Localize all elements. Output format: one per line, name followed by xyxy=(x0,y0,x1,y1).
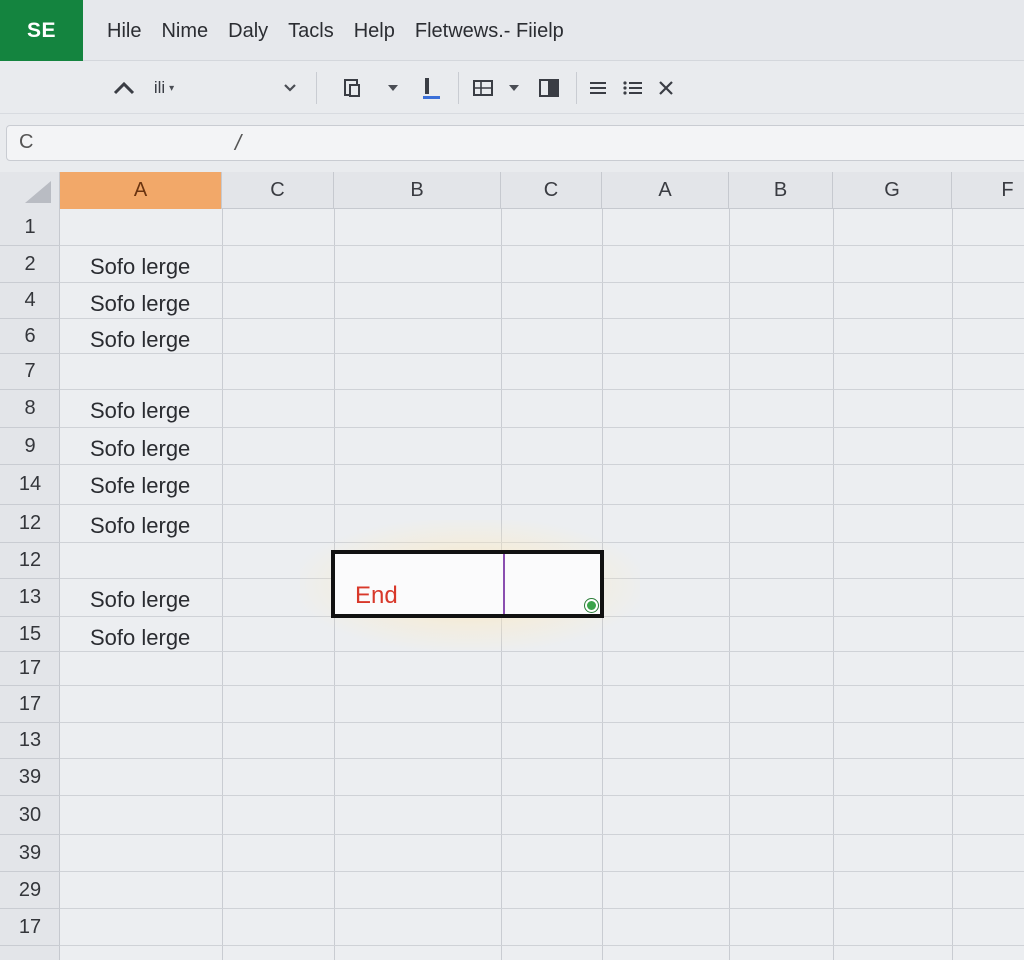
grid-line xyxy=(60,834,1024,835)
grid-line xyxy=(60,427,1024,428)
row-header[interactable]: 12 xyxy=(0,543,60,579)
row-header[interactable]: 8 xyxy=(0,390,60,428)
formula-bar[interactable]: C / xyxy=(6,125,1024,161)
app-badge-label: SE xyxy=(26,18,56,42)
grid-line xyxy=(60,389,1024,390)
row-header[interactable]: 9 xyxy=(0,428,60,465)
app-logo[interactable]: SE xyxy=(0,0,83,61)
row-header[interactable]: 4 xyxy=(0,283,60,319)
row-header[interactable]: 7 xyxy=(0,354,60,390)
row-header[interactable]: 13 xyxy=(0,579,60,617)
formula-input[interactable]: / xyxy=(235,130,241,156)
row-header[interactable]: 17 xyxy=(0,686,60,723)
close-icon[interactable] xyxy=(654,74,678,102)
row-header[interactable]: 13 xyxy=(0,723,60,759)
title-bar: SE ⌃ Hile Nime Daly Tacls Help Fletwews.… xyxy=(0,0,1024,61)
cell-value[interactable]: Sofo lerge xyxy=(90,513,190,539)
menu-item-tacls[interactable]: Tacls xyxy=(288,20,334,48)
freeze-pane-icon[interactable] xyxy=(536,74,562,102)
grid-line xyxy=(60,685,1024,686)
row-header[interactable]: 29 xyxy=(0,872,60,909)
row-header[interactable]: 39 xyxy=(0,759,60,796)
column-header[interactable]: F xyxy=(952,172,1024,209)
cell-value[interactable]: Sofo lerge xyxy=(90,398,190,424)
select-all-icon xyxy=(25,181,51,203)
column-headers: ACBCABGF xyxy=(0,172,1024,209)
grid-line xyxy=(60,464,1024,465)
grid-line xyxy=(60,282,1024,283)
menu-bar: Hile Nime Daly Tacls Help Fletwews.- Fii… xyxy=(107,20,564,48)
grid-line xyxy=(60,722,1024,723)
grid-line xyxy=(60,871,1024,872)
column-header[interactable]: A xyxy=(60,172,222,209)
font-selector-label: ili xyxy=(153,78,166,97)
grid-line xyxy=(60,795,1024,796)
column-header[interactable]: C xyxy=(501,172,602,209)
row-header[interactable]: 6 xyxy=(0,319,60,354)
row-header[interactable]: 14 xyxy=(0,465,60,505)
row-headers: 1 2 4 6 7 8 9 14 12 12 13 15 17 17 13 39 30 39 29 17 xyxy=(0,209,60,960)
grid-line xyxy=(60,908,1024,909)
cell-value[interactable]: Sofo lerge xyxy=(90,327,190,353)
toolbar-divider xyxy=(316,72,317,104)
grid-line xyxy=(729,209,730,960)
title-glyph: ⌃ xyxy=(110,0,124,11)
cell-value[interactable]: Sofo lerge xyxy=(90,291,190,317)
chevron-down-icon[interactable] xyxy=(503,74,525,102)
row-header[interactable]: 17 xyxy=(0,909,60,946)
table-icon[interactable] xyxy=(470,74,496,102)
align-icon[interactable] xyxy=(586,74,610,102)
cell-value[interactable]: Sofo lerge xyxy=(90,625,190,651)
row-header[interactable]: 1 xyxy=(0,209,60,246)
selected-cell[interactable]: End xyxy=(331,550,604,618)
grid-line xyxy=(833,209,834,960)
grid-line xyxy=(60,318,1024,319)
column-header[interactable]: G xyxy=(833,172,952,209)
cell-value[interactable]: Sofo lerge xyxy=(90,587,190,613)
paste-icon[interactable] xyxy=(338,74,366,102)
grid-line xyxy=(952,209,953,960)
menu-item-daly[interactable]: Daly xyxy=(228,20,268,48)
menu-item-nime[interactable]: Nime xyxy=(161,20,208,48)
row-header[interactable]: 12 xyxy=(0,505,60,543)
column-header[interactable]: A xyxy=(602,172,729,209)
toolbar-divider xyxy=(458,72,459,104)
menu-item-hile[interactable]: Hile xyxy=(107,20,141,48)
chevron-down-icon[interactable] xyxy=(382,74,404,102)
text-color-icon[interactable] xyxy=(418,74,444,102)
text-cursor xyxy=(503,554,505,614)
font-selector[interactable]: ili ▾ xyxy=(144,74,184,102)
grid-line xyxy=(60,758,1024,759)
row-header[interactable]: 39 xyxy=(0,835,60,872)
grid-line xyxy=(60,651,1024,652)
chevron-down-icon[interactable] xyxy=(278,74,302,102)
grid-line xyxy=(60,504,1024,505)
row-header[interactable]: 15 xyxy=(0,617,60,652)
grid-line xyxy=(60,945,1024,946)
ribbon-toolbar: ili ▾ xyxy=(0,62,1024,114)
column-header[interactable]: C xyxy=(222,172,334,209)
cell-value[interactable]: Sofo lerge xyxy=(90,254,190,280)
toolbar-divider xyxy=(576,72,577,104)
row-header[interactable]: 17 xyxy=(0,652,60,686)
cell-value[interactable]: Sofe lerge xyxy=(90,473,190,499)
cell-value[interactable]: Sofo lerge xyxy=(90,436,190,462)
name-box[interactable]: C xyxy=(19,131,33,154)
select-all-corner[interactable] xyxy=(0,172,60,209)
grid-line xyxy=(60,353,1024,354)
column-header[interactable]: B xyxy=(334,172,501,209)
list-icon[interactable] xyxy=(620,74,646,102)
column-header[interactable]: B xyxy=(729,172,833,209)
caret-up-icon[interactable] xyxy=(110,74,138,102)
row-header[interactable]: 30 xyxy=(0,796,60,835)
menu-item-fletwews[interactable]: Fletwews.- Fiielp xyxy=(415,20,564,48)
selected-cell-text: End xyxy=(355,582,398,609)
menu-item-help[interactable]: Help xyxy=(354,20,395,48)
grid-line xyxy=(60,245,1024,246)
row-header[interactable]: 2 xyxy=(0,246,60,283)
grid-line xyxy=(222,209,223,960)
fill-handle-icon[interactable] xyxy=(585,599,598,612)
